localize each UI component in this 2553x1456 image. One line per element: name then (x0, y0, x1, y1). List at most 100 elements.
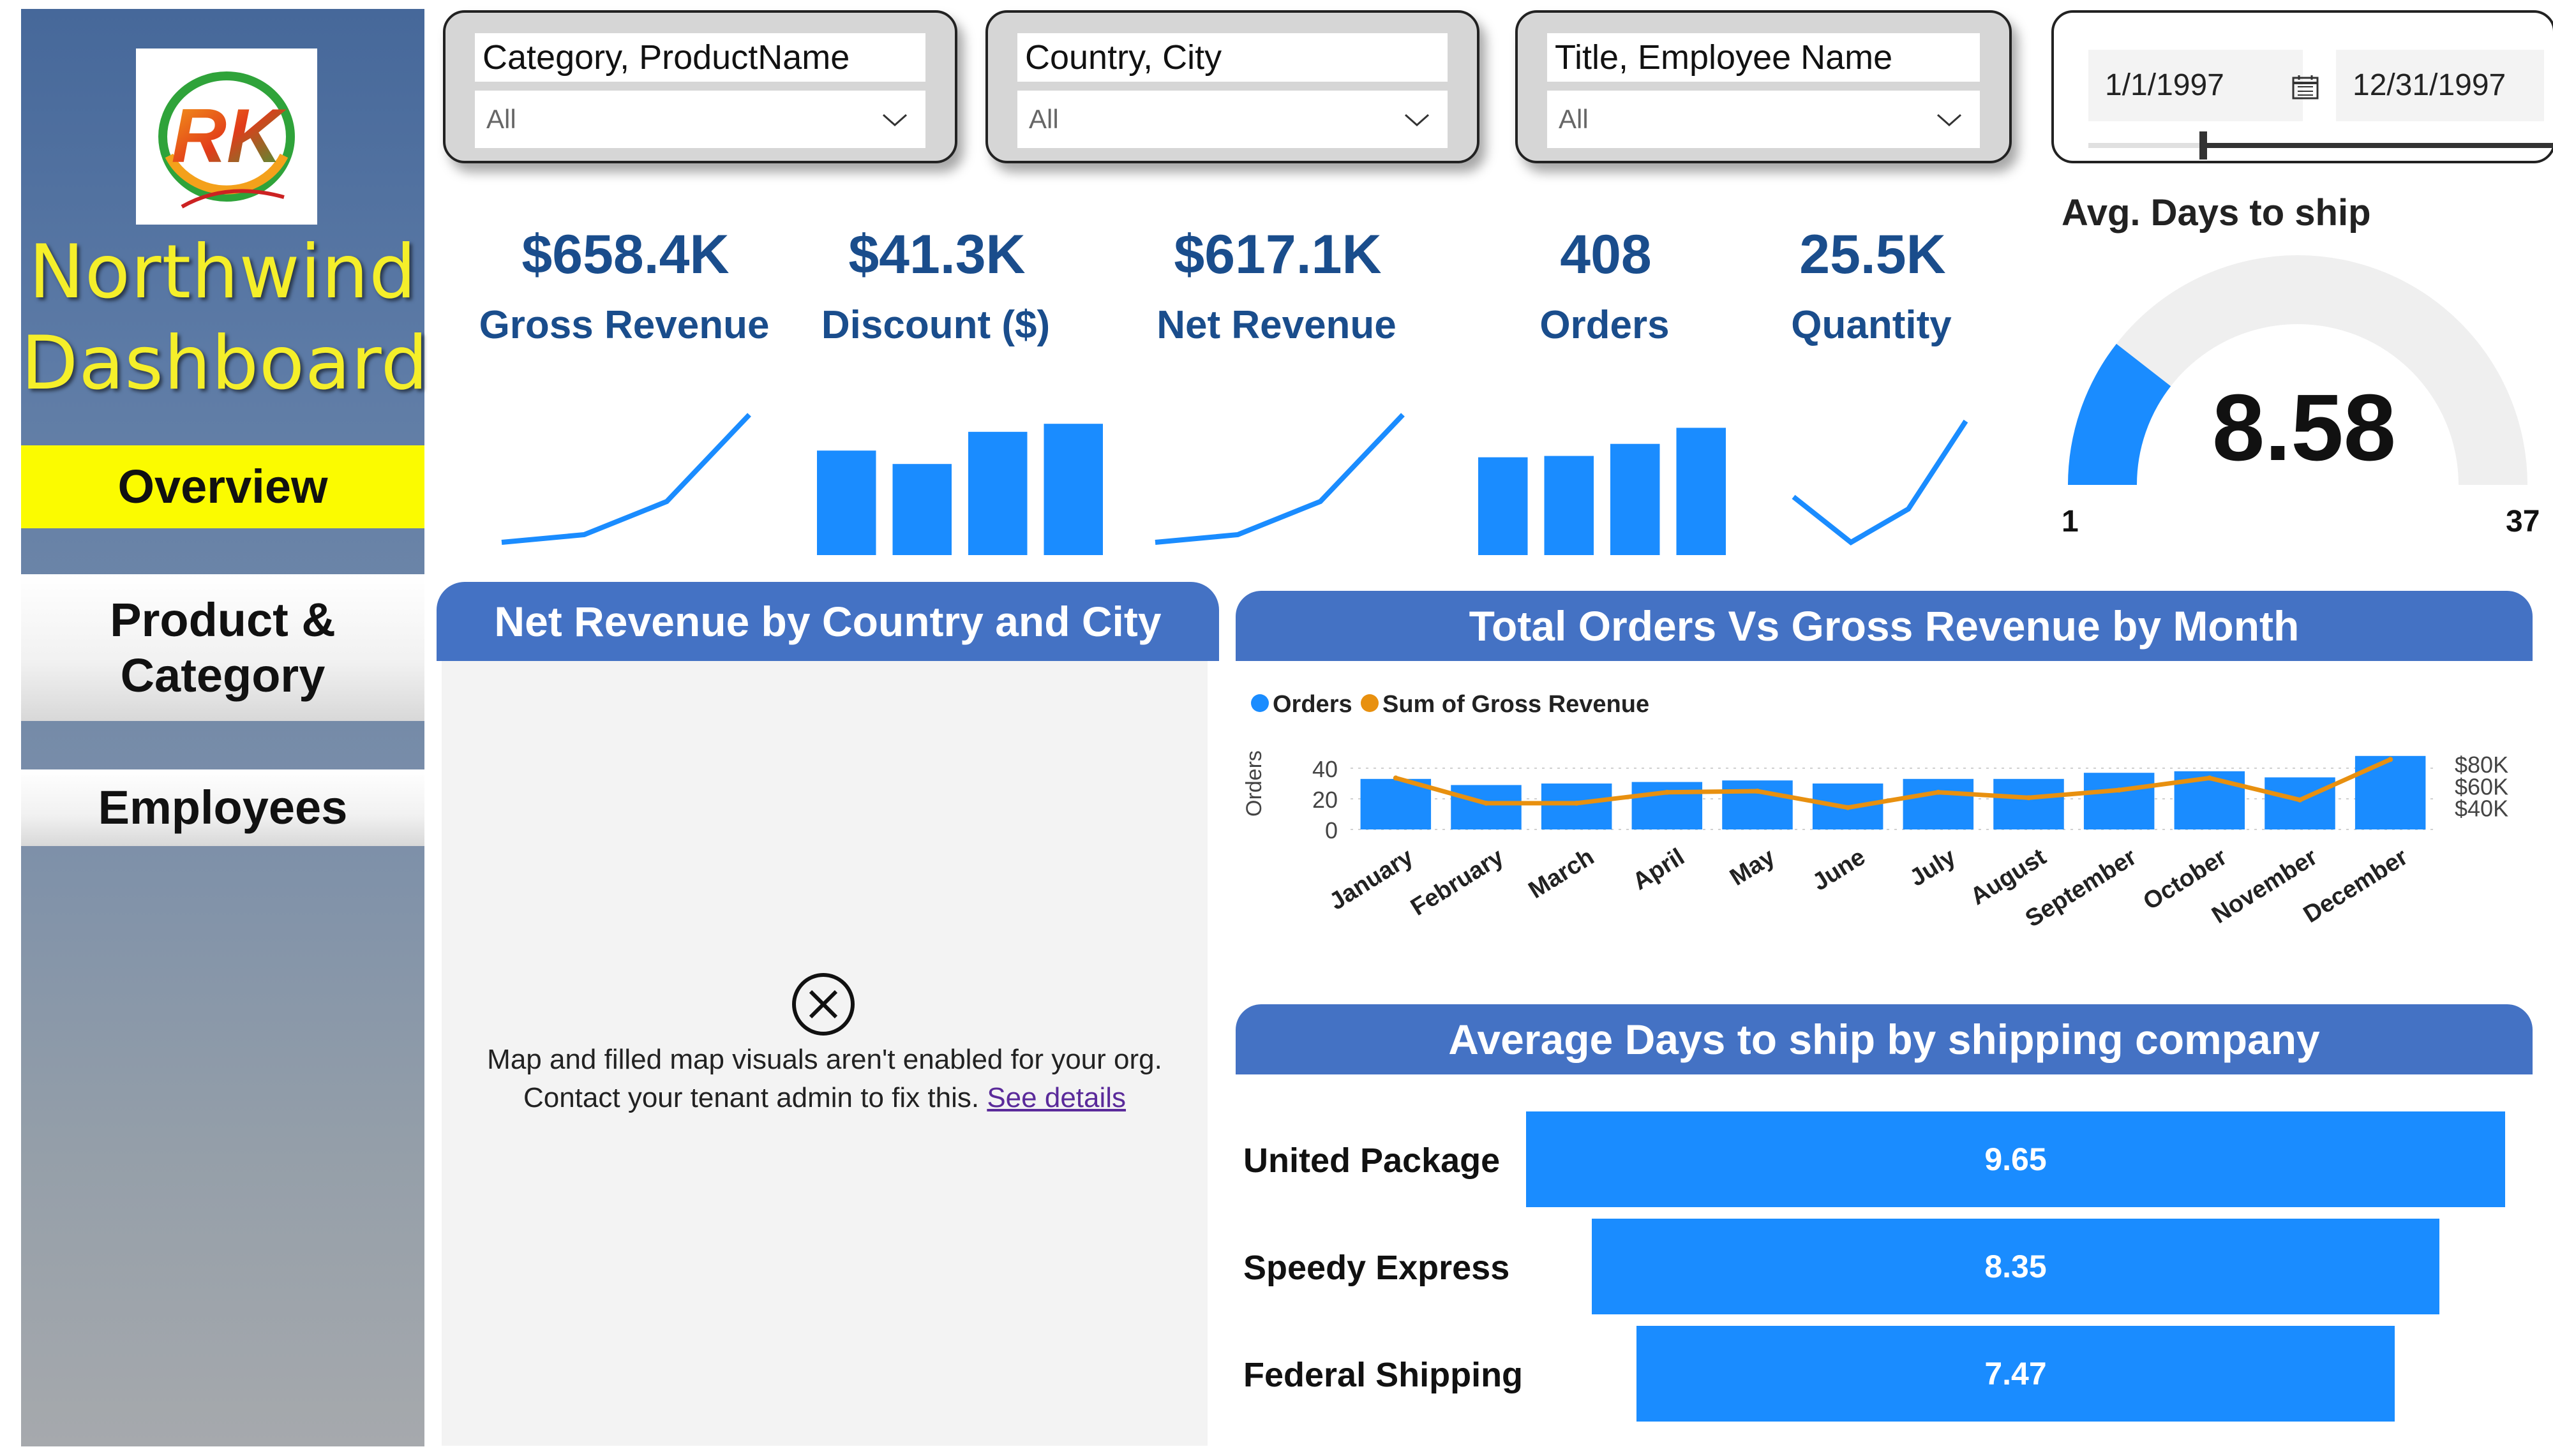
kpi-quantity-label: Quantity (1791, 303, 1952, 347)
nav-employees[interactable]: Employees (21, 769, 424, 846)
kpi-discount-label: Discount ($) (821, 303, 1051, 347)
x-tick-label: December (2299, 843, 2413, 928)
calendar-icon[interactable] (2291, 74, 2319, 100)
date-range-slicer: 1/1/1997 12/31/1997 (2051, 10, 2553, 163)
employee-slicer-title: Title, Employee Name (1547, 33, 1980, 82)
orders-bar[interactable] (1903, 778, 1974, 829)
nav-overview[interactable]: Overview (21, 445, 424, 528)
x-tick-label: July (1905, 843, 1961, 892)
end-date-input[interactable]: 12/31/1997 (2336, 50, 2544, 121)
sidebar: RK Northwind Dashboard Overview Product … (21, 9, 429, 1446)
kpi-gross-revenue-label: Gross Revenue (479, 303, 770, 347)
quantity-sparkline (1792, 419, 1968, 546)
category-dropdown-value: All (486, 104, 516, 134)
gauge-min: 1 (2062, 505, 2079, 539)
gross-revenue-point[interactable] (1483, 800, 1489, 806)
gauge-value: 8.58 (2212, 375, 2397, 480)
shipper-bar[interactable]: 8.35 (1592, 1219, 2439, 1314)
legend-marker (1251, 694, 1269, 712)
gross-revenue-sparkline (501, 413, 751, 545)
x-tick-label: February (1406, 843, 1508, 921)
shipper-label: Federal Shipping (1243, 1356, 1524, 1394)
x-tick-label: January (1325, 843, 1418, 916)
shipping-panel-title: Average Days to ship by shipping company (1236, 1004, 2533, 1074)
x-tick-label: April (1628, 843, 1689, 895)
kpi-net-revenue-label: Net Revenue (1157, 303, 1396, 347)
orders-bar[interactable] (2083, 773, 2155, 829)
start-date-input[interactable]: 1/1/1997 (2088, 50, 2303, 121)
map-error-contact: Contact your tenant admin to fix this. S… (442, 1082, 1208, 1114)
category-slicer: Category, ProductName All (443, 10, 957, 163)
legend-label: Orders (1273, 691, 1352, 718)
company-logo: RK (136, 48, 317, 225)
gross-revenue-point[interactable] (1845, 805, 1851, 810)
gross-revenue-point[interactable] (2388, 757, 2393, 762)
x-tick-label: March (1524, 843, 1599, 904)
kpi-discount-value: $41.3K (848, 224, 1026, 285)
start-date-value: 1/1/1997 (2105, 68, 2224, 102)
gross-revenue-point[interactable] (2026, 795, 2032, 801)
orders-bar[interactable] (1541, 784, 1612, 829)
y-axis-title: Orders (1242, 750, 1266, 817)
legend-label: Sum of Gross Revenue (1382, 691, 1649, 718)
country-slicer-title: Country, City (1017, 33, 1448, 82)
kpi-orders-value: 408 (1560, 224, 1652, 285)
gross-revenue-point[interactable] (1755, 789, 1760, 794)
orders-sparkbars (1478, 427, 1726, 555)
orders-bar[interactable] (2265, 777, 2335, 829)
gross-revenue-point[interactable] (2116, 787, 2122, 793)
category-slicer-title: Category, ProductName (475, 33, 925, 82)
x-tick-label: May (1725, 843, 1779, 891)
chevron-down-icon (1405, 114, 1429, 127)
rk-logo-icon: RK (158, 71, 295, 209)
gauge-title: Avg. Days to ship (2062, 192, 2371, 234)
discount-sparkbar-bar (892, 464, 952, 555)
category-dropdown[interactable]: All (475, 91, 925, 148)
discount-sparkbar-bar (1044, 424, 1103, 555)
legend-marker (1361, 694, 1379, 712)
net-revenue-sparkline-path (1155, 413, 1405, 545)
y-tick-label: 20 (1312, 787, 1338, 813)
gross-revenue-sparkline-path (501, 413, 751, 545)
orders-sparkbar-bar (1544, 456, 1594, 555)
nav-product-category[interactable]: Product & Category (21, 574, 424, 721)
orders-revenue-panel-title: Total Orders Vs Gross Revenue by Month (1236, 591, 2533, 661)
orders-sparkbar-bar (1478, 457, 1528, 555)
gross-revenue-point[interactable] (1574, 800, 1580, 806)
orders-bar[interactable] (1451, 785, 1522, 829)
map-panel-title: Net Revenue by Country and City (437, 582, 1219, 661)
kpi-net-revenue-value: $617.1K (1174, 224, 1382, 285)
gross-revenue-point[interactable] (1393, 775, 1398, 781)
orders-revenue-combo-chart: Orders Sum of Gross Revenue02040Orders $40… (1242, 691, 2508, 933)
y2-tick-label: $80K (2455, 752, 2508, 778)
orders-bar[interactable] (1993, 778, 2064, 829)
gauge-max: 37 (2506, 505, 2540, 539)
x-tick-label: June (1808, 843, 1869, 896)
gross-revenue-point[interactable] (2297, 797, 2303, 803)
map-error-message: Map and filled map visuals aren't enable… (487, 1044, 1162, 1075)
employee-slicer: Title, Employee Name All (1515, 10, 2012, 163)
shipper-label: United Package (1243, 1141, 1501, 1180)
shipper-bar-value: 8.35 (1984, 1249, 2047, 1284)
gross-revenue-point[interactable] (2206, 775, 2212, 781)
see-details-link[interactable]: See details (987, 1082, 1126, 1113)
orders-sparkbar-bar (1676, 427, 1726, 555)
orders-sparkbar-bar (1610, 443, 1660, 555)
shipper-bar[interactable]: 7.47 (1636, 1326, 2395, 1422)
quantity-sparkline-path (1792, 419, 1968, 546)
brand-title-line2: Dashboard (21, 320, 429, 406)
gross-revenue-point[interactable] (1935, 789, 1941, 795)
end-date-value: 12/31/1997 (2353, 68, 2506, 102)
orders-bar[interactable] (1722, 780, 1793, 829)
shipper-bar-value: 9.65 (1984, 1141, 2047, 1177)
svg-text:RK: RK (171, 93, 287, 179)
kpi-quantity-value: 25.5K (1799, 224, 1946, 285)
gross-revenue-point[interactable] (1664, 789, 1670, 795)
error-icon (792, 973, 855, 1036)
employee-dropdown[interactable]: All (1547, 91, 1980, 148)
date-slider-start-handle[interactable] (2199, 131, 2207, 160)
shipper-bar[interactable]: 9.65 (1526, 1111, 2505, 1207)
orders-bar[interactable] (1631, 782, 1703, 829)
orders-bar[interactable] (2355, 755, 2426, 829)
country-dropdown[interactable]: All (1017, 91, 1448, 148)
